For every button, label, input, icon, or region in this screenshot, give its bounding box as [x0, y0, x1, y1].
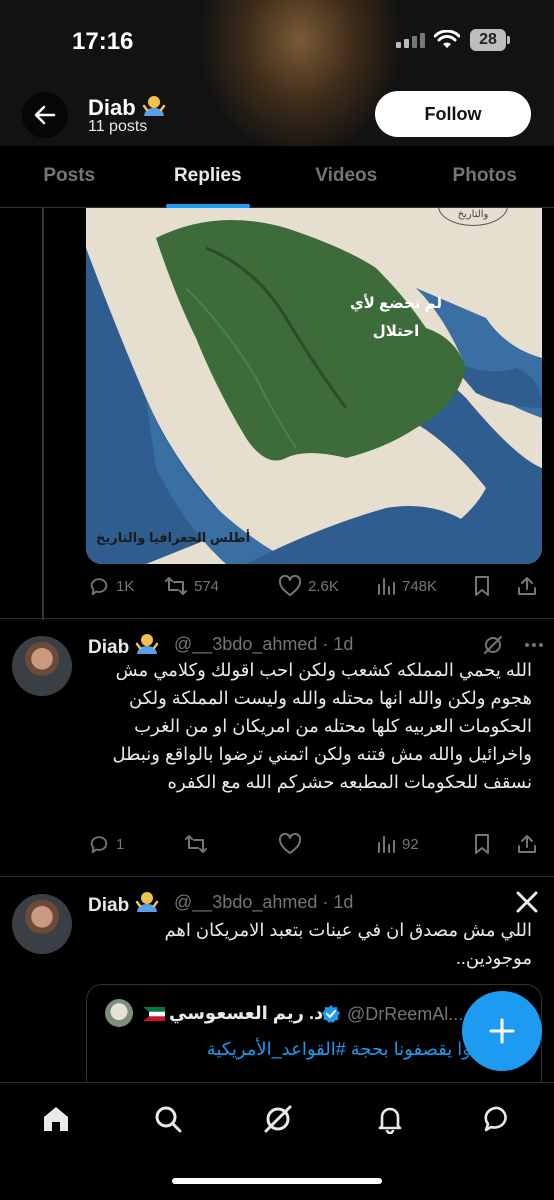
quoted-avatar [105, 999, 133, 1027]
map-credit: أطلس الجغرافيا والتاريخ [96, 530, 251, 545]
messages-icon [484, 1106, 507, 1132]
back-arrow-icon [34, 105, 56, 125]
views-action[interactable]: 92 [376, 834, 419, 854]
shrug-emoji-icon [135, 892, 159, 912]
avatar[interactable] [12, 636, 72, 696]
tab-photos[interactable]: Photos [416, 146, 554, 207]
post-divider [0, 618, 554, 619]
more-options-icon[interactable] [524, 642, 544, 648]
tab-replies[interactable]: Replies [139, 146, 278, 207]
views-action[interactable]: 748K [376, 576, 437, 596]
share-icon[interactable] [516, 833, 538, 855]
profile-tabs: Posts Replies Videos Photos [0, 146, 554, 208]
reply-author-name-text: Diab [88, 895, 130, 916]
tab-posts[interactable]: Posts [0, 146, 139, 207]
avatar[interactable] [12, 894, 72, 954]
shrug-emoji-icon [135, 634, 159, 654]
tab-videos[interactable]: Videos [277, 146, 416, 207]
repost-action[interactable]: 574 [164, 575, 219, 597]
bookmark-icon[interactable] [472, 575, 492, 597]
reply-icon [90, 578, 108, 596]
repost-icon [185, 835, 207, 853]
reply-text: اللي مش مصدق ان في عينات بتعبد الامريكان… [164, 920, 532, 968]
post-actions: 1K 574 2.6K 748K [86, 571, 542, 601]
reply-count: 1 [116, 835, 125, 853]
home-icon [44, 1107, 68, 1131]
post-divider [0, 876, 554, 877]
profile-name-text: Diab [88, 95, 136, 120]
nav-home[interactable] [36, 1099, 76, 1139]
map-illustration [86, 208, 542, 564]
thread-connector-line [42, 208, 44, 620]
status-bar: 17:16 28 [0, 0, 554, 86]
verified-icon [322, 1005, 340, 1023]
reply-author-name: Diab [88, 890, 160, 917]
post-image-map[interactable]: والتاريخ لم تخضع لأي احتلال أطلس الجغراف… [86, 208, 542, 564]
reply-author-name: Diab [88, 632, 160, 659]
views-count: 748K [402, 577, 438, 595]
battery-icon: 28 [470, 29, 506, 51]
quoted-text: وا يقصفونا بحجة #القواعد_الأمريكية [206, 1039, 471, 1059]
map-stamp-text: والتاريخ [457, 209, 489, 220]
nav-messages[interactable] [478, 1099, 518, 1139]
views-icon [378, 578, 395, 595]
reply-action[interactable]: 1 [88, 833, 124, 855]
like-count: 2.6K [308, 577, 339, 595]
profile-name: Diab [88, 94, 167, 121]
back-button[interactable] [22, 92, 68, 138]
home-indicator [172, 1178, 382, 1184]
search-icon [155, 1106, 182, 1133]
reply-author-handle: @__3bdo_ahmed · 1d [174, 892, 354, 912]
nav-search[interactable] [148, 1099, 188, 1139]
x-logo-icon [516, 891, 538, 913]
bookmark-icon[interactable] [472, 833, 492, 855]
nav-notifications[interactable] [370, 1099, 410, 1139]
repost-icon [165, 577, 187, 595]
grok-icon [264, 1105, 292, 1133]
reply-icon [90, 836, 108, 854]
like-action[interactable]: 2.6K [278, 575, 339, 597]
map-label-line1: لم تخضع لأي [349, 295, 443, 312]
like-icon [278, 833, 302, 854]
battery-tip [507, 36, 510, 44]
follow-button[interactable]: Follow [375, 91, 531, 137]
views-count: 92 [402, 835, 419, 853]
compose-plus-icon [489, 1018, 515, 1044]
posts-count: 11 posts [88, 118, 148, 135]
reply-action[interactable]: 1K [88, 575, 134, 597]
reply-count: 1K [116, 577, 135, 595]
nav-grok[interactable] [258, 1099, 298, 1139]
repost-count: 574 [194, 577, 220, 595]
grok-icon[interactable] [482, 634, 504, 656]
repost-action[interactable] [184, 833, 208, 855]
shrug-emoji-icon [142, 96, 165, 116]
notifications-icon [378, 1107, 402, 1134]
reply-text: الله يحمي المملكه كشعب ولكن احب اقولك وك… [112, 660, 532, 792]
status-time: 17:16 [72, 28, 134, 55]
map-label-line2: احتلال [372, 323, 420, 340]
reply-author-name-text: Diab [88, 637, 130, 658]
quoted-author-name: د. ريم العسعوسي [169, 1003, 324, 1023]
like-icon [278, 575, 302, 596]
compose-button[interactable] [462, 991, 542, 1071]
wifi-icon [434, 30, 460, 48]
like-action[interactable] [278, 833, 302, 855]
share-icon[interactable] [516, 575, 538, 597]
reply-actions: 1 92 [86, 829, 542, 859]
reply-author-handle: @__3bdo_ahmed · 1d [174, 634, 354, 654]
views-icon [378, 836, 395, 853]
kuwait-flag-icon [143, 1007, 165, 1021]
signal-icon [396, 33, 425, 48]
